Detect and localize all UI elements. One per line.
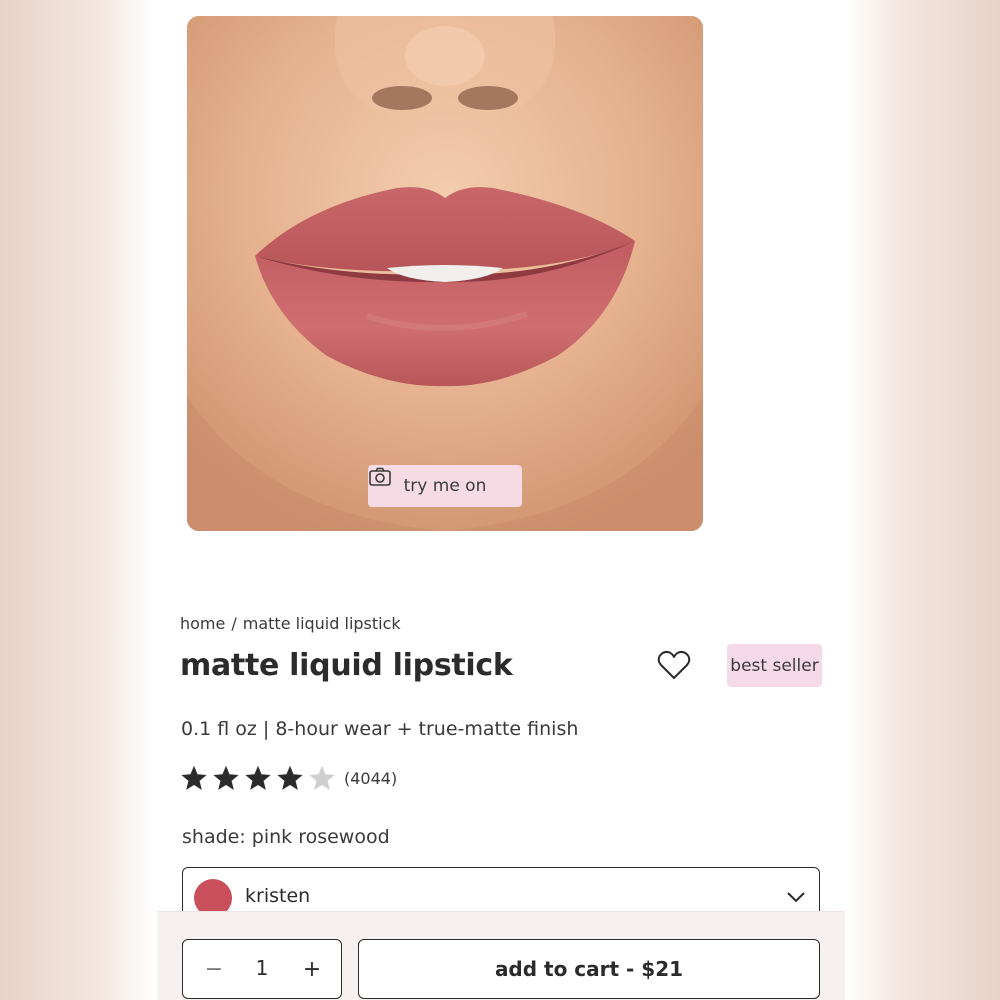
product-page: try me on home / matte liquid lipstick m… bbox=[157, 0, 845, 1000]
camera-icon bbox=[369, 467, 391, 486]
breadcrumb: home / matte liquid lipstick bbox=[180, 614, 401, 633]
breadcrumb-current: matte liquid lipstick bbox=[242, 614, 401, 633]
product-image: try me on bbox=[187, 16, 703, 531]
chevron-down-icon bbox=[787, 892, 805, 903]
star-filled-icon bbox=[181, 765, 207, 790]
increase-quantity-button[interactable]: + bbox=[287, 940, 337, 998]
lips-illustration bbox=[187, 16, 703, 531]
breadcrumb-home[interactable]: home bbox=[180, 614, 225, 633]
add-to-cart-button[interactable]: add to cart - $21 bbox=[358, 939, 820, 999]
best-seller-badge: best seller bbox=[727, 644, 822, 687]
stars bbox=[180, 764, 340, 792]
star-filled-icon bbox=[277, 765, 303, 790]
star-rating[interactable]: (4044) bbox=[180, 764, 397, 792]
product-subtitle: 0.1 fl oz | 8-hour wear + true-matte fin… bbox=[181, 718, 579, 740]
breadcrumb-separator: / bbox=[231, 614, 237, 633]
shade-selected-name: kristen bbox=[245, 885, 311, 907]
try-me-on-button[interactable]: try me on bbox=[368, 465, 522, 507]
shade-label: shade: pink rosewood bbox=[182, 826, 390, 848]
quantity-stepper: − 1 + bbox=[182, 939, 342, 999]
star-filled-icon bbox=[213, 765, 239, 790]
decrease-quantity-button[interactable]: − bbox=[189, 940, 239, 998]
star-filled-icon bbox=[245, 765, 271, 790]
review-count[interactable]: (4044) bbox=[344, 769, 397, 788]
star-empty-icon bbox=[309, 765, 335, 790]
cart-bar: − 1 + add to cart - $21 bbox=[157, 911, 845, 1000]
quantity-value: 1 bbox=[255, 956, 269, 980]
product-title: matte liquid lipstick bbox=[180, 648, 513, 683]
try-me-on-label: try me on bbox=[403, 476, 487, 496]
heart-icon[interactable] bbox=[657, 650, 691, 680]
